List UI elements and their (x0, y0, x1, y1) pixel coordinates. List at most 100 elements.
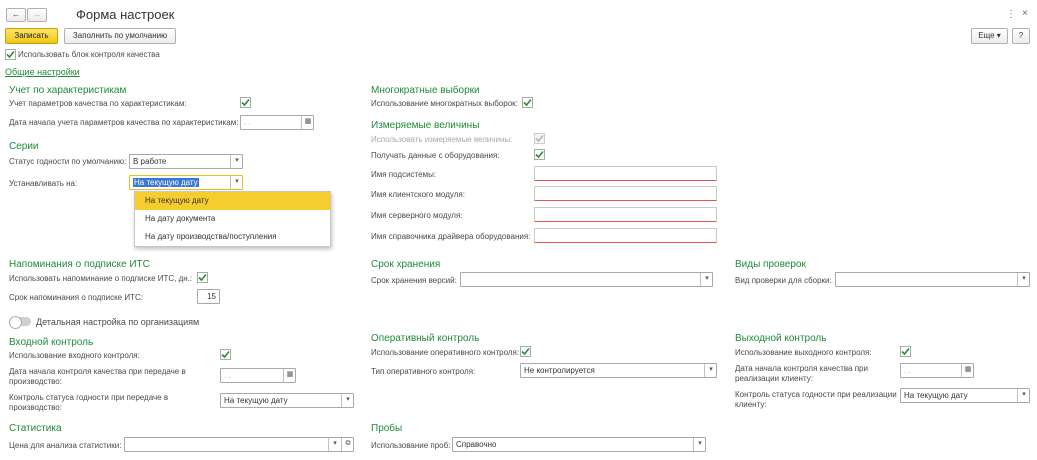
outgoing-date-label-1: Дата начала контроля качества при (735, 364, 868, 373)
checkmark-icon (240, 97, 251, 108)
samples-title: Пробы (371, 423, 403, 434)
chevron-down-icon[interactable]: ▾ (693, 438, 705, 451)
measured-title: Измеряемые величины (371, 120, 480, 131)
stats-price-select[interactable]: ▾ ⧉ (124, 437, 354, 452)
storage-versions-select[interactable]: ▾ (460, 272, 713, 287)
incoming-date-field[interactable]: . . ▦ (220, 368, 296, 383)
stats-title: Статистика (9, 423, 62, 434)
set-on-dropdown-list: На текущую дату На дату документа На дат… (134, 191, 331, 247)
its-term-label: Срок напоминания о подписке ИТС: (9, 293, 143, 302)
measured-use-label: Использовать измеряемые величины: (371, 135, 513, 144)
org-detail-label: Детальная настройка по организациям (36, 317, 200, 327)
chevron-down-icon[interactable]: ▾ (700, 273, 712, 286)
multi-use-label: Использование многократных выборок: (371, 99, 518, 108)
measured-driver-input[interactable] (534, 228, 717, 243)
char-start-date-field[interactable]: . . ▦ (240, 115, 314, 130)
more-actions-icon[interactable]: ⋮ (1006, 9, 1016, 20)
measured-use-checkbox[interactable] (534, 133, 545, 144)
incoming-use-label: Использование входного контроля: (9, 351, 140, 360)
storage-versions-label: Срок хранения версий: (371, 276, 457, 285)
use-quality-block-checkbox[interactable] (5, 49, 16, 60)
measured-server-module-input[interactable] (534, 207, 717, 222)
measured-client-module-input[interactable] (534, 186, 717, 201)
series-status-label: Статус годности по умолчанию: (9, 157, 127, 166)
multi-title: Многократные выборки (371, 85, 480, 96)
open-link-icon[interactable]: ⧉ (341, 438, 353, 451)
close-icon[interactable]: × (1022, 8, 1028, 19)
outgoing-status-label-2: клиенту: (735, 400, 767, 409)
incoming-title: Входной контроль (9, 337, 94, 348)
chevron-down-icon[interactable]: ▾ (230, 176, 242, 189)
checkmark-icon (522, 97, 533, 108)
operative-title: Оперативный контроль (371, 333, 480, 344)
forward-button[interactable]: → (27, 8, 47, 22)
dropdown-option-current-date[interactable]: На текущую дату (135, 192, 330, 210)
calendar-icon[interactable]: ▦ (301, 116, 313, 129)
operative-type-select[interactable]: Не контролируется ▾ (520, 363, 717, 378)
measured-equipment-label: Получать данные с оборудования: (371, 151, 500, 160)
incoming-use-checkbox[interactable] (220, 349, 231, 360)
measured-client-module-label: Имя клиентского модуля: (371, 190, 465, 199)
save-button[interactable]: Записать (5, 28, 58, 44)
incoming-status-label-1: Контроль статуса годности при передаче в (9, 393, 169, 402)
operative-use-label: Использование оперативного контроля: (371, 348, 520, 357)
checks-assembly-select[interactable]: ▾ (835, 272, 1030, 287)
checkmark-icon (220, 349, 231, 360)
calendar-icon[interactable]: ▦ (283, 369, 295, 382)
window-title: Форма настроек (76, 7, 175, 22)
its-use-label: Использовать напоминание о подписке ИТС,… (9, 274, 193, 283)
series-status-select[interactable]: В работе ▾ (129, 154, 243, 169)
dropdown-option-production-date[interactable]: На дату производства/поступления (135, 228, 330, 246)
chevron-down-icon[interactable]: ▾ (341, 394, 353, 407)
chevron-down-icon[interactable]: ▾ (704, 364, 716, 377)
checkmark-icon (534, 149, 545, 160)
fill-defaults-button[interactable]: Заполнить по умолчанию (64, 28, 176, 44)
char-start-date-label: Дата начала учета параметров качества по… (9, 118, 239, 127)
stats-price-label: Цена для анализа статистики: (9, 441, 122, 450)
chevron-down-icon[interactable]: ▾ (328, 438, 341, 451)
operative-use-checkbox[interactable] (520, 346, 531, 357)
outgoing-use-checkbox[interactable] (900, 346, 911, 357)
forward-arrow-icon: → (33, 10, 41, 19)
chevron-down-icon[interactable]: ▾ (230, 155, 242, 168)
outgoing-date-label-2: реализации клиенту: (735, 374, 813, 383)
back-button[interactable]: ← (6, 8, 26, 22)
series-set-on-select[interactable]: На текущую дату ▾ (129, 175, 243, 190)
measured-server-module-label: Имя серверного модуля: (371, 211, 463, 220)
checks-title: Виды проверок (735, 259, 806, 270)
calendar-icon[interactable]: ▦ (961, 364, 973, 377)
operative-type-label: Тип оперативного контроля: (371, 367, 476, 376)
org-detail-toggle[interactable] (9, 316, 31, 329)
measured-equipment-checkbox[interactable] (534, 149, 545, 160)
outgoing-use-label: Использование выходного контроля: (735, 348, 872, 357)
multi-use-checkbox[interactable] (522, 97, 533, 108)
help-button[interactable]: ? (1012, 28, 1030, 44)
storage-title: Срок хранения (371, 259, 441, 270)
its-term-input[interactable]: 15 (197, 289, 220, 304)
its-title: Напоминания о подписке ИТС (9, 259, 150, 270)
chevron-down-icon[interactable]: ▾ (1017, 273, 1029, 286)
checks-assembly-label: Вид проверки для сборки: (735, 276, 832, 285)
measured-driver-label: Имя справочника драйвера оборудования: (371, 232, 531, 241)
outgoing-date-field[interactable]: . . ▦ (900, 363, 974, 378)
measured-subsystem-label: Имя подсистемы: (371, 170, 437, 179)
more-button[interactable]: Еще ▾ (971, 28, 1008, 44)
checkmark-icon (534, 133, 545, 144)
general-settings-link[interactable]: Общие настройки (5, 67, 80, 77)
dropdown-option-document-date[interactable]: На дату документа (135, 210, 330, 228)
outgoing-title: Выходной контроль (735, 333, 827, 344)
incoming-date-label-2: производство: (9, 377, 62, 386)
checkmark-icon (5, 49, 16, 60)
char-params-label: Учет параметров качества по характеристи… (9, 99, 187, 108)
incoming-status-select[interactable]: На текущую дату ▾ (220, 393, 354, 408)
checkmark-icon (197, 272, 208, 283)
measured-subsystem-input[interactable] (534, 166, 717, 181)
outgoing-status-label-1: Контроль статуса годности при реализации (735, 390, 897, 399)
char-params-checkbox[interactable] (240, 97, 251, 108)
chevron-down-icon[interactable]: ▾ (1017, 389, 1029, 402)
samples-use-select[interactable]: Справочно ▾ (452, 437, 706, 452)
its-use-checkbox[interactable] (197, 272, 208, 283)
incoming-date-label-1: Дата начала контроля качества при переда… (9, 367, 186, 376)
incoming-status-label-2: производство: (9, 403, 62, 412)
outgoing-status-select[interactable]: На текущую дату ▾ (900, 388, 1030, 403)
